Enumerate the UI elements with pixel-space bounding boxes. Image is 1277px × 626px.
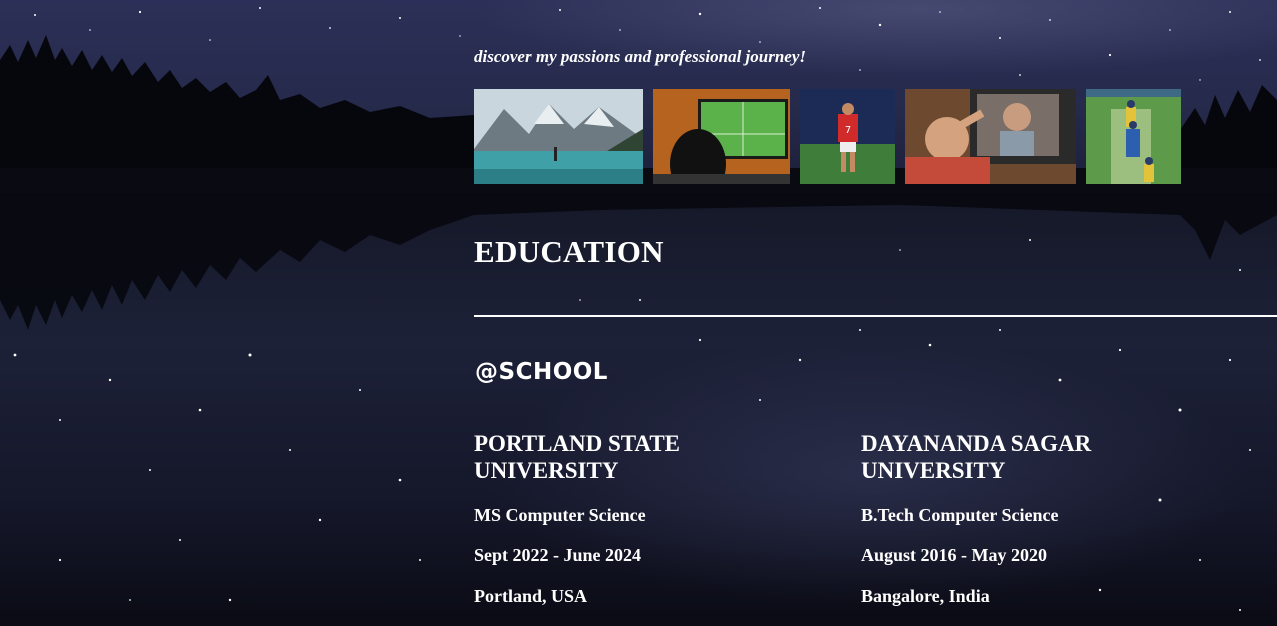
cricket-match-photo[interactable] bbox=[1086, 89, 1181, 184]
hero-tagline: discover my passions and professional jo… bbox=[474, 47, 806, 66]
school-subheading: @SCHOOL bbox=[475, 359, 608, 385]
sitcom-tv-scene-photo[interactable] bbox=[905, 89, 1076, 184]
degree-text: B.Tech Computer Science bbox=[861, 505, 1059, 525]
footballer-number-7-photo[interactable]: 7 bbox=[800, 89, 895, 184]
dates-text: Sept 2022 - June 2024 bbox=[474, 545, 642, 565]
location-text: Portland, USA bbox=[474, 586, 588, 606]
school-name: DAYANANDA SAGAR UNIVERSITY bbox=[861, 431, 1092, 483]
education-card-dayananda-sagar: DAYANANDA SAGAR UNIVERSITY B.Tech Comput… bbox=[861, 430, 1161, 606]
location-text: Bangalore, India bbox=[861, 586, 990, 606]
dates-text: August 2016 - May 2020 bbox=[861, 545, 1048, 565]
education-card-portland-state: PORTLAND STATE UNIVERSITY MS Computer Sc… bbox=[474, 430, 774, 606]
svg-text:7: 7 bbox=[845, 125, 851, 136]
mountain-lake-photo[interactable] bbox=[474, 89, 643, 184]
section-divider bbox=[474, 315, 1277, 317]
degree-text: MS Computer Science bbox=[474, 505, 646, 525]
watching-football-photo[interactable] bbox=[653, 89, 790, 184]
passions-gallery: 7 bbox=[474, 89, 1181, 184]
school-name: PORTLAND STATE UNIVERSITY bbox=[474, 431, 681, 483]
education-heading: EDUCATION bbox=[474, 234, 664, 269]
